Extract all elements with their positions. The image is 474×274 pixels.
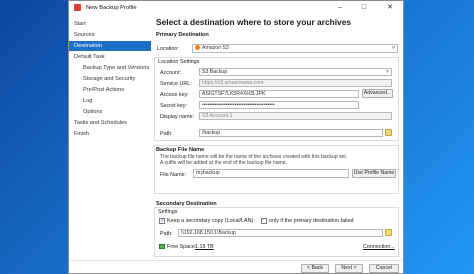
window-title: New Backup Profile (86, 4, 137, 11)
maximize-icon[interactable]: □ (355, 1, 373, 14)
secret-key-label: Secret key: (160, 103, 187, 109)
display-name-field[interactable]: S3 Account 1 (199, 112, 392, 120)
sidebar-item-options[interactable]: Options (69, 107, 151, 117)
app-icon (74, 4, 81, 11)
primary-destination-title: Primary Destination (156, 32, 209, 38)
file-name-label: File Name: (160, 172, 187, 178)
secondary-settings-title: Settings (158, 209, 178, 215)
display-name-label: Display name: (160, 114, 195, 120)
access-key-label: Access key: (160, 92, 189, 98)
sidebar-item-storage-security[interactable]: Storage and Security (69, 74, 151, 84)
folder-icon[interactable] (385, 229, 392, 236)
location-value: Amazon S3 (202, 45, 229, 51)
secret-key-field[interactable]: •••••••••••••••••••••••••••••••••••••••• (199, 101, 359, 109)
sidebar-item-pre-post-actions[interactable]: Pre/Post Actions (69, 85, 151, 95)
sidebar-item-log[interactable]: Log (69, 96, 151, 106)
wizard-steps-sidebar: Start Sources Destination Default Task B… (69, 15, 151, 273)
chevron-down-icon: ˅ (391, 45, 395, 51)
close-icon[interactable]: ✕ (381, 1, 399, 14)
next-button[interactable]: Next > (335, 264, 363, 273)
sidebar-item-sources[interactable]: Sources (69, 30, 151, 40)
sidebar-item-backup-type[interactable]: Backup Type and Versions (69, 63, 151, 73)
wizard-footer: < Back Next > Cancel (69, 260, 403, 273)
amazon-s3-icon (195, 45, 200, 51)
service-url-label: Service URL: (160, 81, 192, 87)
drive-icon (159, 244, 165, 249)
advanced-button[interactable]: Advanced... (362, 89, 393, 98)
folder-icon[interactable] (385, 129, 392, 136)
backup-profile-window: New Backup Profile – □ ✕ Start Sources D… (68, 0, 404, 274)
path-label: Path: (160, 131, 173, 137)
location-select[interactable]: Amazon S3 ˅ (192, 44, 398, 53)
keep-copy-label: Keep a secondary copy (Local/LAN) (167, 218, 254, 224)
sidebar-item-default-task[interactable]: Default Task (69, 52, 151, 62)
account-select[interactable]: S3 Backup ˅ (199, 68, 392, 76)
sidebar-item-tasks-schedules[interactable]: Tasks and Schedules (69, 118, 151, 128)
secondary-path-label: Path: (160, 231, 173, 237)
chevron-down-icon: ˅ (385, 69, 389, 75)
cancel-button[interactable]: Cancel (369, 264, 399, 273)
title-bar: New Backup Profile – □ ✕ (69, 1, 403, 14)
only-if-failed-label: only if the primary destination failed (269, 218, 354, 224)
secondary-path-field[interactable]: \\192.168.150.1\Backup (178, 229, 383, 237)
account-value: S3 Backup (202, 69, 228, 75)
backup-file-name-title: Backup File Name (156, 147, 205, 153)
keep-copy-checkbox[interactable]: ✓ (159, 218, 165, 224)
location-label: Location: (157, 46, 179, 52)
page-title: Select a destination where to store your… (156, 17, 352, 27)
free-space-value[interactable]: 1.15 TB (195, 244, 214, 250)
free-space-label: Free Space: (167, 244, 197, 250)
sidebar-item-finish[interactable]: Finish (69, 129, 151, 139)
account-label: Account: (160, 70, 181, 76)
only-if-failed-checkbox[interactable] (261, 218, 267, 224)
sidebar-item-destination[interactable]: Destination (69, 41, 151, 51)
connection-link[interactable]: Connection... (363, 244, 395, 250)
primary-path-field[interactable]: /backup (199, 129, 383, 137)
use-profile-name-button[interactable]: Use Profile Name (352, 169, 396, 178)
access-key-field[interactable]: ASIGTSF7LK5R4XH3LJPK (199, 90, 359, 98)
file-name-field[interactable]: mybackup (193, 169, 349, 178)
main-panel: Select a destination where to store your… (153, 15, 403, 273)
service-url-field[interactable]: https://s3.amazonaws.com (199, 79, 392, 87)
sidebar-item-start[interactable]: Start (69, 19, 151, 29)
location-settings-title: Location Settings (158, 59, 200, 65)
back-button[interactable]: < Back (301, 264, 329, 273)
file-name-hint-2: A suffix will be added at the end of the… (160, 160, 288, 166)
minimize-icon[interactable]: – (331, 1, 349, 14)
